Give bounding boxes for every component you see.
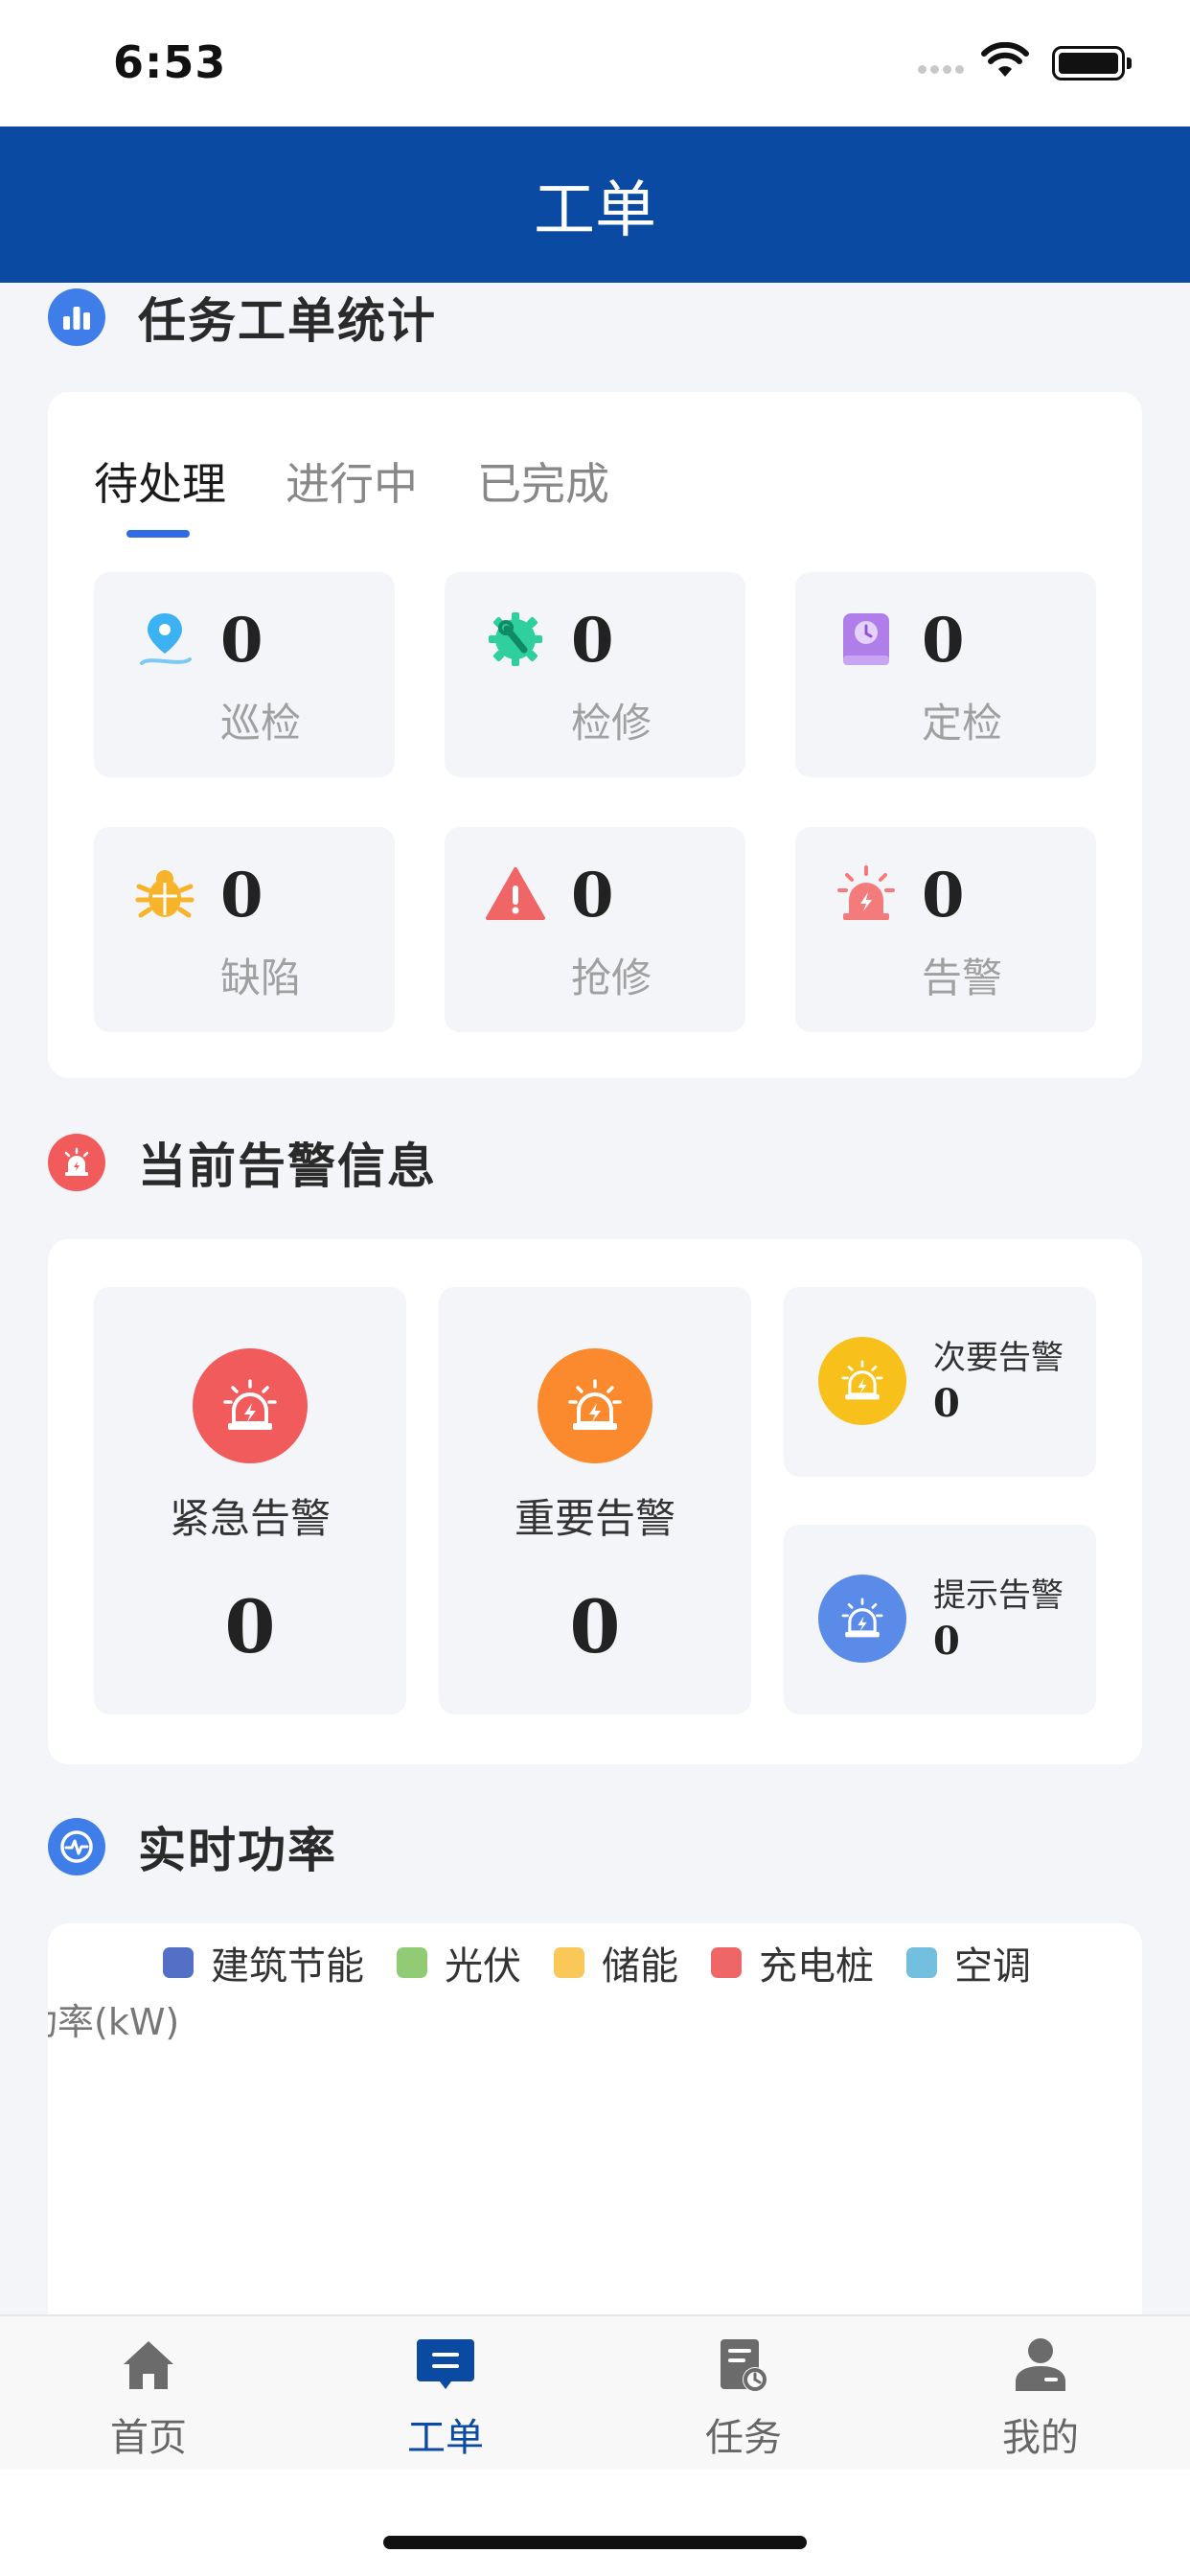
pulse-gauge-icon xyxy=(48,1818,105,1875)
section-title: 实时功率 xyxy=(138,1823,337,1878)
tab-in-progress[interactable]: 进行中 xyxy=(286,449,418,534)
stat-label: 检修 xyxy=(571,700,652,747)
stat-value: 0 xyxy=(220,605,263,677)
section-title: 当前告警信息 xyxy=(138,1138,437,1194)
alarm-label: 紧急告警 xyxy=(169,1495,331,1542)
alarm-siren-icon xyxy=(48,1134,105,1191)
stat-value: 0 xyxy=(220,860,263,932)
alarm-urgent[interactable]: 紧急告警 0 xyxy=(94,1287,406,1714)
legend-label: 充电桩 xyxy=(759,1944,874,1989)
user-icon xyxy=(964,2332,1117,2399)
tabbar-item-work-order[interactable]: 工单 xyxy=(369,2332,522,2462)
bug-icon xyxy=(132,862,197,927)
legend-item[interactable]: 储能 xyxy=(554,1935,678,1990)
legend-label: 光伏 xyxy=(445,1944,521,1989)
tab-completed[interactable]: 已完成 xyxy=(477,449,609,534)
tabbar-label: 工单 xyxy=(407,2416,484,2460)
task-stats-card: 待处理 进行中 已完成 0 巡检 0 检修 0 定检 0 缺陷 0 抢修 0 告… xyxy=(48,392,1142,1078)
tabbar-label: 首页 xyxy=(110,2416,187,2460)
home-icon xyxy=(72,2332,225,2399)
tabbar-item-task[interactable]: 任务 xyxy=(667,2332,820,2462)
stat-value: 0 xyxy=(571,605,614,677)
alarm-value: 0 xyxy=(933,1619,960,1664)
chart-legend: 建筑节能 光伏 储能 充电桩 空调 xyxy=(163,1935,1064,1990)
stat-value: 0 xyxy=(922,860,965,932)
stat-maintenance[interactable]: 0 检修 xyxy=(445,572,745,777)
alarm-label: 次要告警 xyxy=(933,1339,1064,1377)
alarm-value: 0 xyxy=(569,1584,621,1669)
legend-swatch xyxy=(554,1947,584,1978)
status-bar: 6:53 xyxy=(0,0,1190,126)
section-title: 任务工单统计 xyxy=(138,293,437,349)
tabbar-item-home[interactable]: 首页 xyxy=(72,2332,225,2462)
tab-pending[interactable]: 待处理 xyxy=(94,449,226,538)
stat-emergency-repair[interactable]: 0 抢修 xyxy=(445,827,745,1032)
warning-triangle-icon xyxy=(483,862,548,927)
stat-inspection[interactable]: 0 巡检 xyxy=(94,572,395,777)
app-header: 工单 xyxy=(0,126,1190,283)
wifi-icon xyxy=(981,42,1029,77)
alarm-important[interactable]: 重要告警 0 xyxy=(439,1287,751,1714)
alarm-minor[interactable]: 次要告警 0 xyxy=(784,1287,1096,1477)
bottom-tab-bar: 首页 工单 任务 我的 xyxy=(0,2314,1190,2470)
stat-scheduled-inspection[interactable]: 0 定检 xyxy=(795,572,1096,777)
chart-y-axis-label: 功率(kW) xyxy=(48,2001,180,2043)
stat-label: 抢修 xyxy=(571,954,652,1001)
location-pin-icon xyxy=(132,607,197,672)
important-siren-icon xyxy=(538,1348,652,1463)
home-indicator-area xyxy=(0,2470,1190,2576)
battery-icon xyxy=(1052,46,1132,80)
power-chart-card: 建筑节能 光伏 储能 充电桩 空调 功率(kW) xyxy=(48,1923,1142,2314)
content-scroll[interactable]: 任务工单统计 待处理 进行中 已完成 0 巡检 0 检修 0 定检 0 缺陷 0… xyxy=(0,283,1190,2314)
stat-label: 定检 xyxy=(922,700,1003,747)
legend-swatch xyxy=(906,1947,937,1978)
tabbar-item-mine[interactable]: 我的 xyxy=(964,2332,1117,2462)
legend-swatch xyxy=(397,1947,427,1978)
wrench-gear-icon xyxy=(483,607,548,672)
section-task-stats-title: 任务工单统计 xyxy=(48,283,437,352)
urgent-siren-icon xyxy=(193,1348,308,1463)
legend-swatch xyxy=(711,1947,742,1978)
alarm-value: 0 xyxy=(224,1584,276,1669)
legend-label: 空调 xyxy=(954,1944,1031,1989)
clock-book-icon xyxy=(834,607,899,672)
stat-defect[interactable]: 0 缺陷 xyxy=(94,827,395,1032)
page-title: 工单 xyxy=(534,175,656,246)
legend-swatch xyxy=(163,1947,194,1978)
stat-alarm[interactable]: 0 告警 xyxy=(795,827,1096,1032)
legend-label: 储能 xyxy=(602,1944,678,1989)
section-alarms-title: 当前告警信息 xyxy=(48,1128,437,1197)
legend-item[interactable]: 空调 xyxy=(906,1935,1031,1990)
stat-value: 0 xyxy=(571,860,614,932)
alarm-value: 0 xyxy=(933,1381,960,1426)
stat-label: 巡检 xyxy=(220,700,302,747)
minor-siren-icon xyxy=(818,1337,906,1425)
hint-siren-icon xyxy=(818,1575,906,1663)
alarm-hint[interactable]: 提示告警 0 xyxy=(784,1525,1096,1714)
task-icon xyxy=(667,2332,820,2399)
stat-value: 0 xyxy=(922,605,965,677)
legend-label: 建筑节能 xyxy=(211,1944,364,1989)
status-time: 6:53 xyxy=(113,36,227,88)
alarm-label: 重要告警 xyxy=(514,1495,675,1542)
tabbar-label: 我的 xyxy=(1002,2416,1079,2460)
legend-item[interactable]: 充电桩 xyxy=(711,1935,874,1990)
bar-chart-icon xyxy=(48,288,105,346)
legend-item[interactable]: 建筑节能 xyxy=(163,1935,364,1990)
alarm-card: 紧急告警 0 重要告警 0 次要告警 0 提示告警 0 xyxy=(48,1239,1142,1764)
status-tabs: 待处理 进行中 已完成 xyxy=(94,449,669,538)
alarm-label: 提示告警 xyxy=(933,1576,1064,1615)
signal-icon xyxy=(918,59,968,78)
tabbar-label: 任务 xyxy=(705,2416,782,2460)
section-power-title: 实时功率 xyxy=(48,1812,337,1881)
home-indicator[interactable] xyxy=(383,2536,807,2549)
siren-icon xyxy=(834,862,899,927)
stat-label: 告警 xyxy=(922,954,1003,1001)
legend-item[interactable]: 光伏 xyxy=(397,1935,521,1990)
stat-label: 缺陷 xyxy=(220,954,302,1001)
work-order-icon xyxy=(369,2332,522,2399)
